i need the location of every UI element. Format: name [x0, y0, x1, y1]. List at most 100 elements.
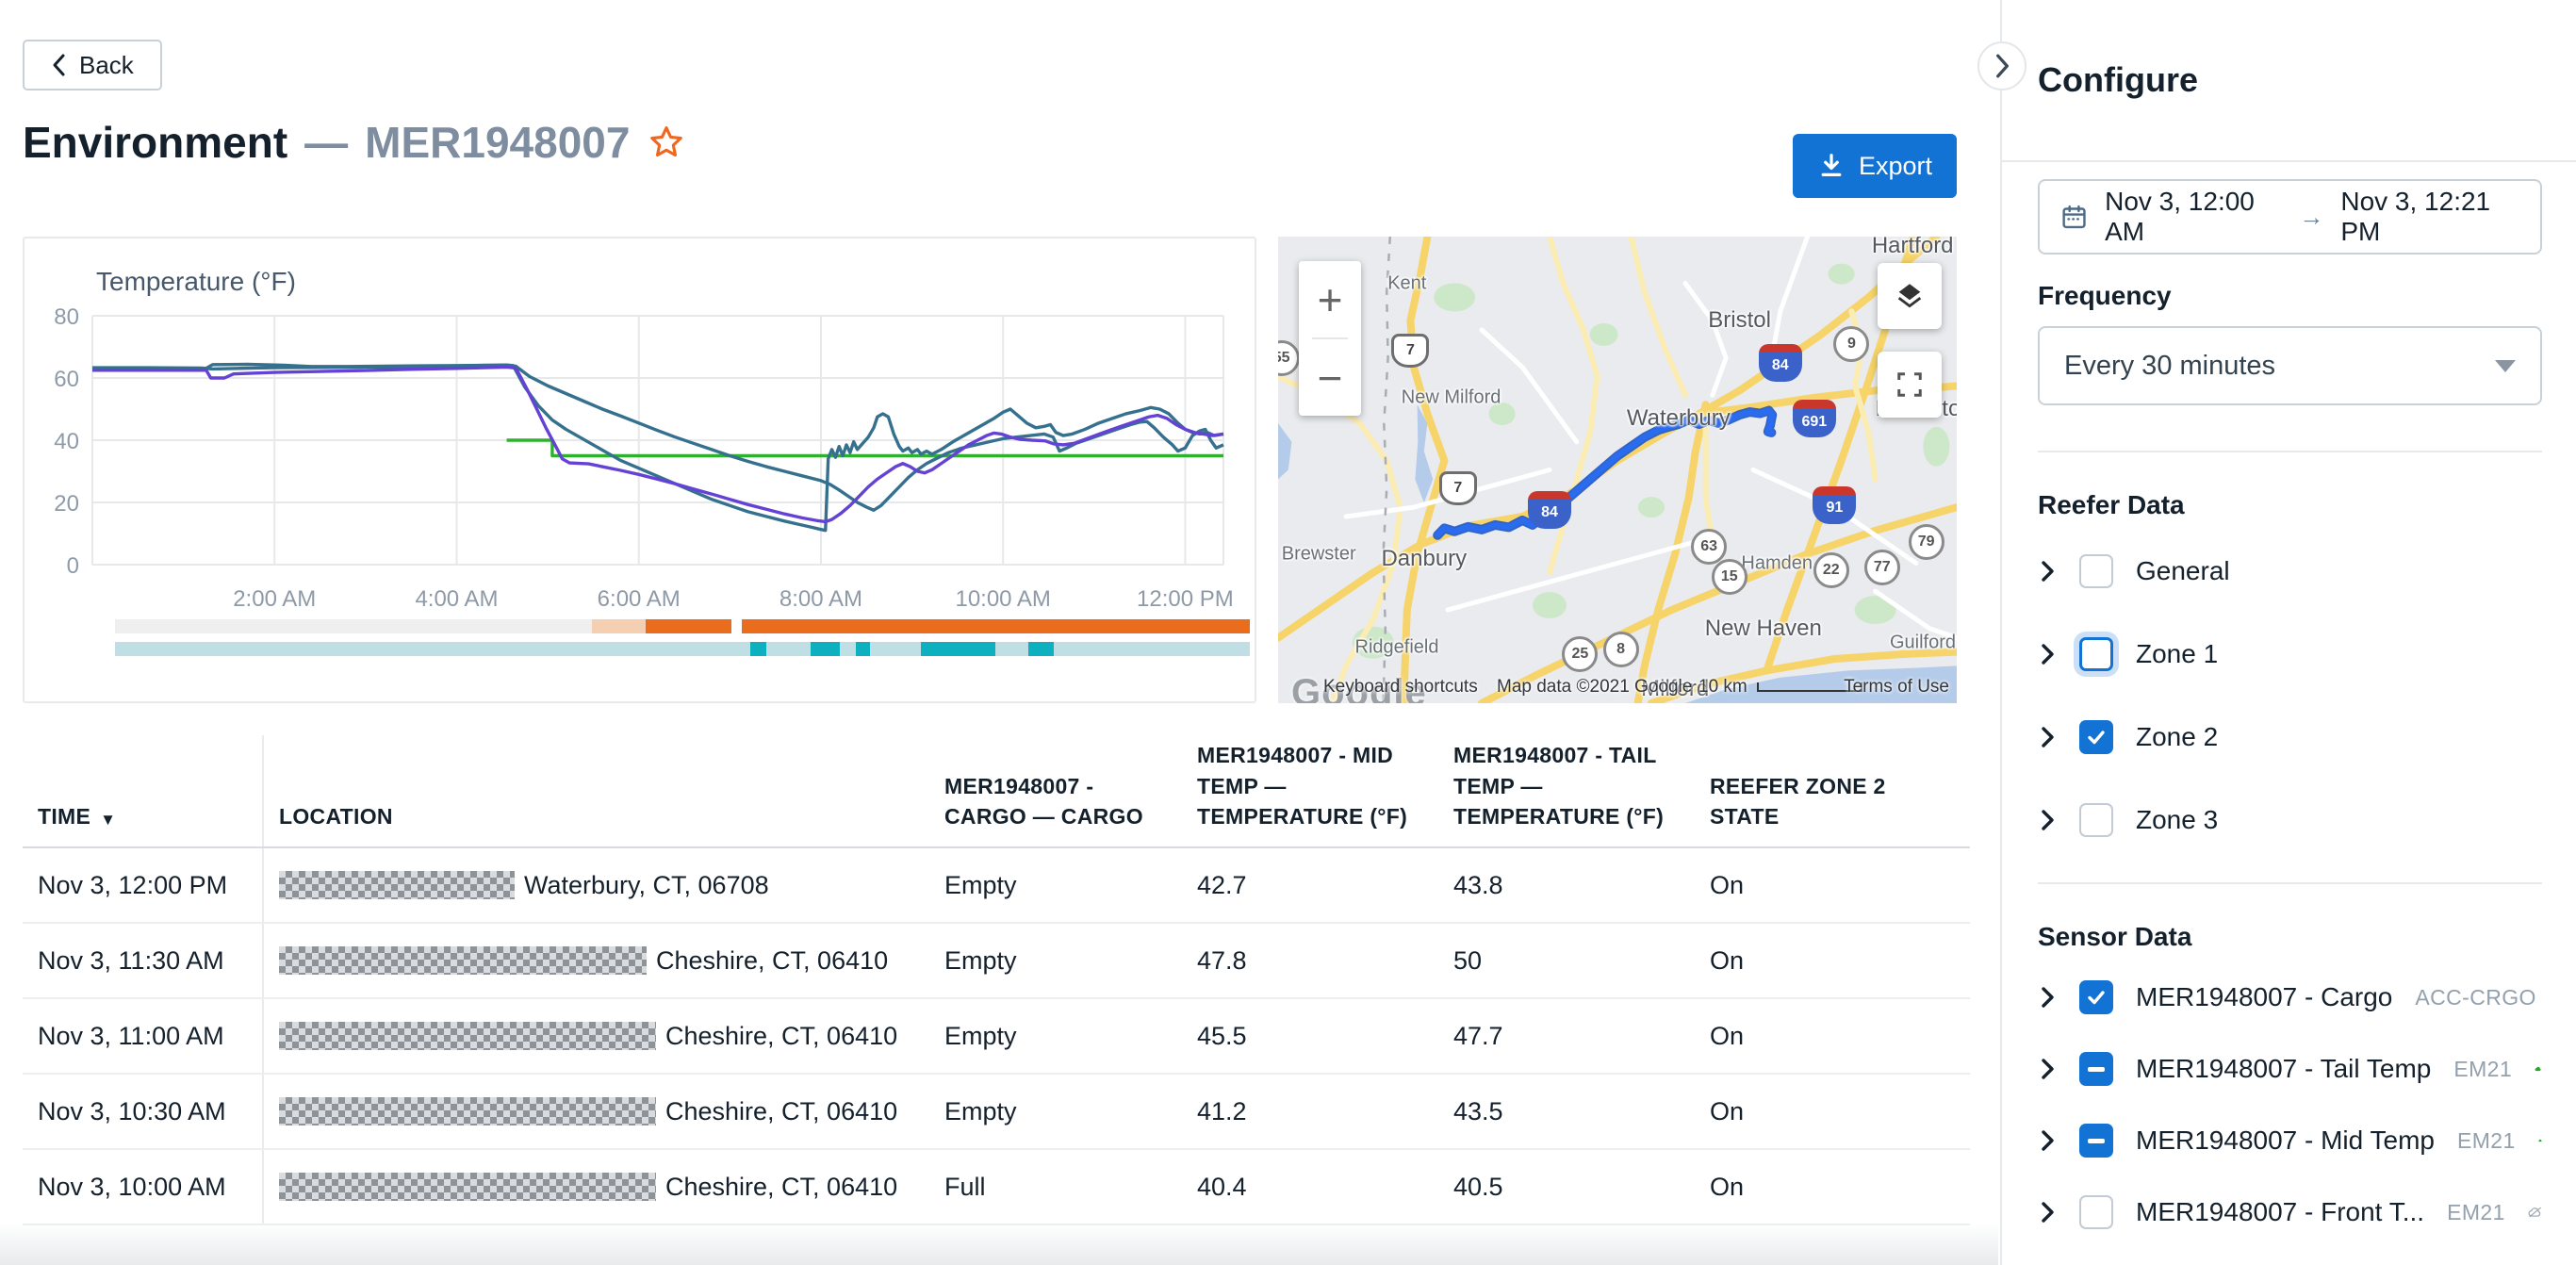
state-segment — [811, 642, 841, 656]
chevron-right-icon — [1996, 54, 2009, 78]
state-segment — [115, 619, 592, 633]
cell-tail-temp: 43.5 — [1453, 1096, 1503, 1125]
expand-chevron-icon[interactable] — [2038, 985, 2057, 1010]
svg-text:80: 80 — [54, 304, 79, 330]
column-header-label: REEFER ZONE 2 STATE — [1710, 773, 1886, 829]
reefer-data-list: General Zone 1 Zone 2 Zone 3 — [2038, 530, 2542, 862]
state-segment — [750, 642, 767, 656]
state-segment — [995, 642, 1029, 656]
expand-chevron-icon[interactable] — [2038, 808, 2057, 832]
download-icon — [1821, 154, 1842, 176]
road-shield-9: 9 — [1833, 325, 1870, 362]
map-city-label: Waterbury — [1626, 405, 1731, 432]
checkbox-checked[interactable] — [2079, 980, 2113, 1014]
table-row: Nov 3, 10:00 AM Cheshire, CT, 06410 Full 40… — [23, 1150, 1970, 1225]
sensor-item-label: MER1948007 - Tail Temp — [2136, 1054, 2432, 1083]
cell-mid-temp: 45.5 — [1197, 1021, 1247, 1050]
road-shield-label: 77 — [1873, 559, 1891, 576]
road-shield-8: 8 — [1602, 632, 1639, 668]
chart-title: Temperature (°F) — [96, 267, 296, 296]
road-shield-91: 91 — [1813, 485, 1857, 524]
map-copyright: Map data ©2021 Google — [1497, 677, 1693, 697]
road-shield-label: 15 — [1720, 568, 1738, 585]
cell-time: Nov 3, 10:30 AM — [23, 1075, 264, 1148]
expand-chevron-icon[interactable] — [2038, 559, 2057, 583]
svg-text:40: 40 — [54, 429, 79, 454]
column-header-label: TIME — [38, 803, 91, 829]
date-range-end: Nov 3, 12:21 PM — [2340, 187, 2491, 246]
temperature-chart[interactable]: 0 20 40 60 80 2:00 AM 4:00 AM 6:00 AM 8:00 AM 10:… — [47, 299, 1235, 619]
expand-chevron-icon[interactable] — [2038, 725, 2057, 749]
keyboard-shortcuts-link[interactable]: Keyboard shortcuts — [1323, 677, 1478, 698]
svg-text:8:00 AM: 8:00 AM — [779, 586, 862, 612]
checkbox-unchecked[interactable] — [2079, 803, 2113, 837]
road-shield-label: 79 — [1917, 534, 1935, 550]
state-segment — [856, 642, 870, 656]
road-shield-label: 8 — [1616, 641, 1626, 658]
expand-chevron-icon[interactable] — [2038, 642, 2057, 666]
svg-text:2:00 AM: 2:00 AM — [233, 586, 316, 612]
map-layers-button[interactable] — [1878, 263, 1942, 329]
cell-tail-temp: 43.8 — [1453, 870, 1503, 899]
expand-chevron-icon[interactable] — [2038, 1057, 2057, 1081]
collapse-panel-button[interactable] — [1977, 41, 2026, 90]
location-value: Cheshire, CT, 06410 — [665, 1096, 898, 1125]
time-value: Nov 3, 11:00 AM — [38, 1021, 224, 1050]
road-shield-label: 63 — [1700, 538, 1718, 555]
expand-chevron-icon[interactable] — [2038, 1128, 2057, 1153]
road-shield-84: 84 — [1758, 343, 1802, 382]
road-shield-label: 9 — [1846, 335, 1856, 352]
checkbox-checked[interactable] — [2079, 720, 2113, 754]
divider — [2038, 882, 2542, 884]
favorite-star-icon[interactable] — [647, 123, 686, 162]
map-scale-label: 10 km — [1698, 677, 1747, 697]
map-zoom-control: + − — [1299, 261, 1361, 416]
reefer-data-label: Reefer Data — [2038, 490, 2185, 519]
arrow-right-icon: → — [2299, 202, 2324, 231]
column-header[interactable]: MER1948007 - MID TEMP — TEMPERATURE (°F) — [1182, 735, 1438, 846]
map-fullscreen-button[interactable] — [1878, 352, 1942, 418]
checkbox-unchecked[interactable] — [2079, 554, 2113, 588]
column-header[interactable]: REEFER ZONE 2 STATE — [1695, 735, 1970, 846]
state-segment — [591, 619, 647, 633]
reefer-item-general: General — [2038, 530, 2542, 613]
back-button[interactable]: Back — [23, 40, 162, 90]
export-label: Export — [1858, 151, 1933, 180]
time-value: Nov 3, 12:00 PM — [38, 870, 228, 899]
asset-name: MER1948007 — [365, 118, 631, 167]
checkbox-indeterminate[interactable] — [2079, 1124, 2113, 1158]
frequency-select[interactable]: Every 30 minutes — [2038, 326, 2542, 405]
state-segment — [840, 642, 857, 656]
map-zoom-in-button[interactable]: + — [1299, 261, 1361, 337]
redacted-address — [279, 1173, 656, 1201]
export-button[interactable]: Export — [1793, 134, 1957, 198]
cell-location: Waterbury, CT, 06708 — [264, 848, 929, 922]
cell-location: Cheshire, CT, 06410 — [264, 924, 929, 997]
sensor-item-label: MER1948007 - Front T... — [2136, 1197, 2425, 1226]
column-header[interactable]: MER1948007 - CARGO — CARGO — [929, 735, 1182, 846]
map-city-label: Ridgefield — [1354, 636, 1439, 658]
checkbox-indeterminate[interactable] — [2079, 1052, 2113, 1086]
table-row: Nov 3, 12:00 PM Waterbury, CT, 06708 Empty… — [23, 848, 1970, 924]
cell-mid-temp: 42.7 — [1197, 870, 1247, 899]
map[interactable]: Kent New Milford Bristol Hartford Waterbury M… — [1278, 237, 1957, 703]
map-zoom-out-button[interactable]: − — [1299, 339, 1361, 416]
checkbox-unchecked[interactable] — [2079, 1195, 2113, 1229]
column-header[interactable]: TIME ▼ — [23, 735, 264, 846]
date-range-input[interactable]: Nov 3, 12:00 AM → Nov 3, 12:21 PM — [2038, 179, 2542, 255]
road-shield-7: 7 — [1438, 471, 1477, 506]
map-city-label: New Haven — [1704, 615, 1822, 641]
sensor-item-label: MER1948007 - Cargo — [2136, 982, 2393, 1011]
checkbox-unchecked[interactable] — [2079, 637, 2113, 671]
cell-cargo: Empty — [944, 870, 1017, 899]
cell-reefer-state: On — [1710, 1172, 1745, 1201]
column-header[interactable]: LOCATION — [264, 735, 929, 846]
column-header[interactable]: MER1948007 - TAIL TEMP — TEMPERATURE (°F… — [1438, 735, 1695, 846]
terms-of-use-link[interactable]: Terms of Use — [1844, 677, 1949, 698]
environment-page: Back Environment — MER1948007 Export Tem… — [0, 0, 2576, 1265]
cell-reefer-state: On — [1710, 1021, 1745, 1050]
sensor-item: MER1948007 - DoorACC-DM11 — [2038, 1248, 2542, 1265]
divider — [2038, 451, 2542, 452]
expand-chevron-icon[interactable] — [2038, 1200, 2057, 1224]
time-value: Nov 3, 10:00 AM — [38, 1172, 226, 1201]
